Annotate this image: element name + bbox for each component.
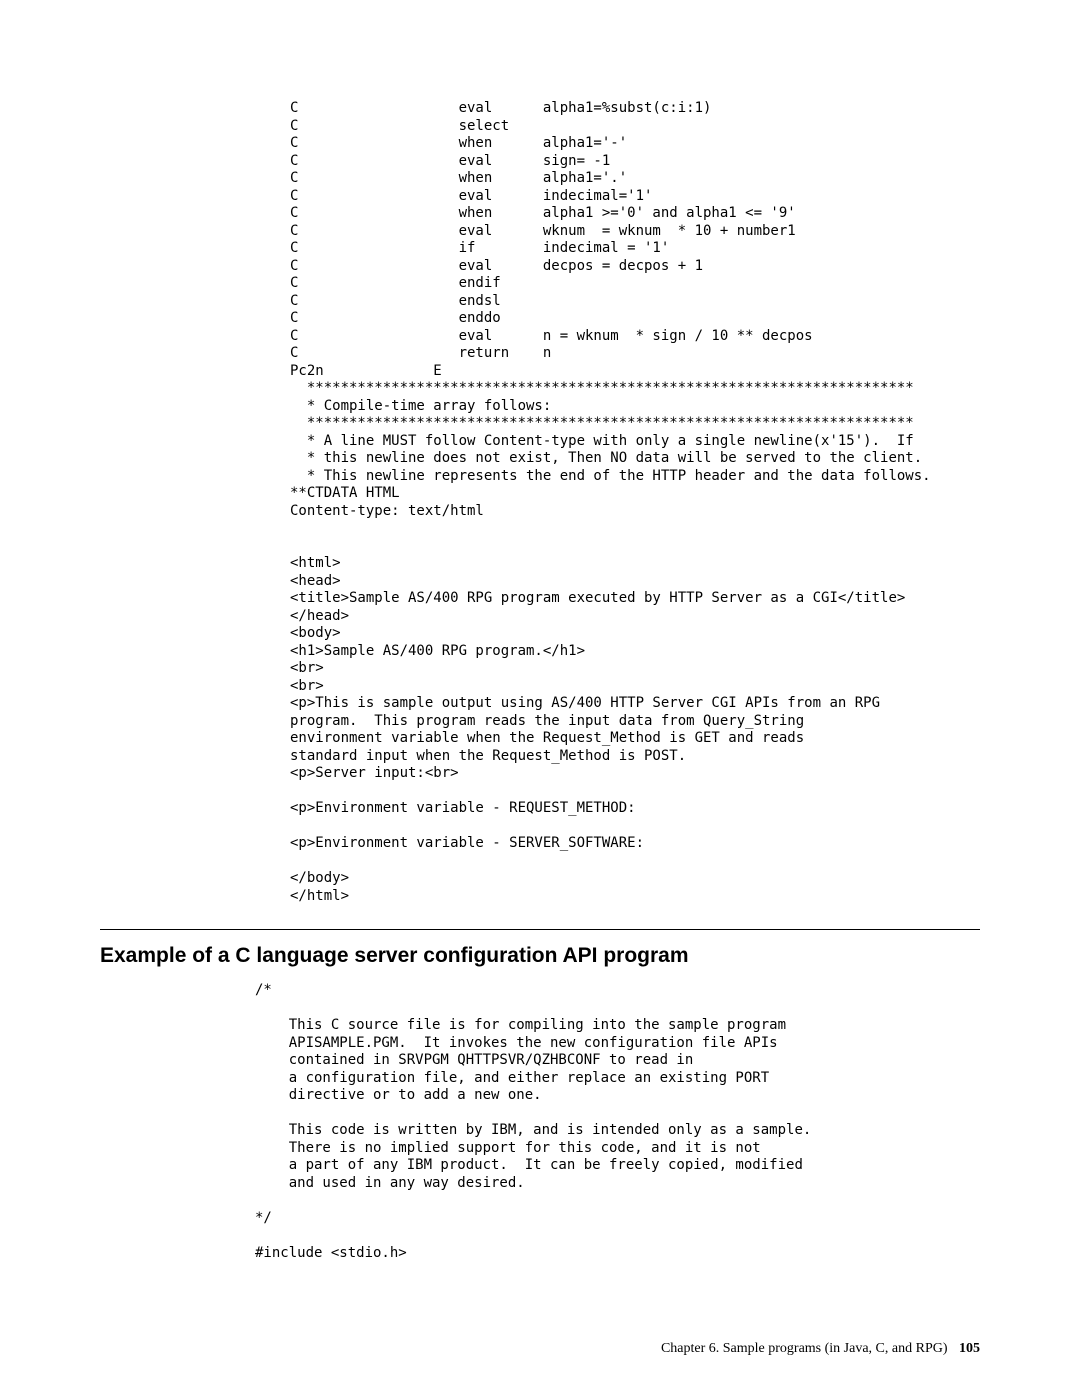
section-divider bbox=[100, 929, 980, 930]
page-footer: Chapter 6. Sample programs (in Java, C, … bbox=[661, 1341, 980, 1357]
footer-chapter: Chapter 6. Sample programs (in Java, C, … bbox=[661, 1341, 948, 1356]
c-code-block: /* This C source file is for compiling i… bbox=[255, 982, 980, 1262]
section-heading: Example of a C language server configura… bbox=[100, 944, 980, 968]
footer-page-number: 105 bbox=[959, 1341, 980, 1356]
rpg-code-block: C eval alpha1=%subst(c:i:1) C select C w… bbox=[290, 100, 980, 905]
